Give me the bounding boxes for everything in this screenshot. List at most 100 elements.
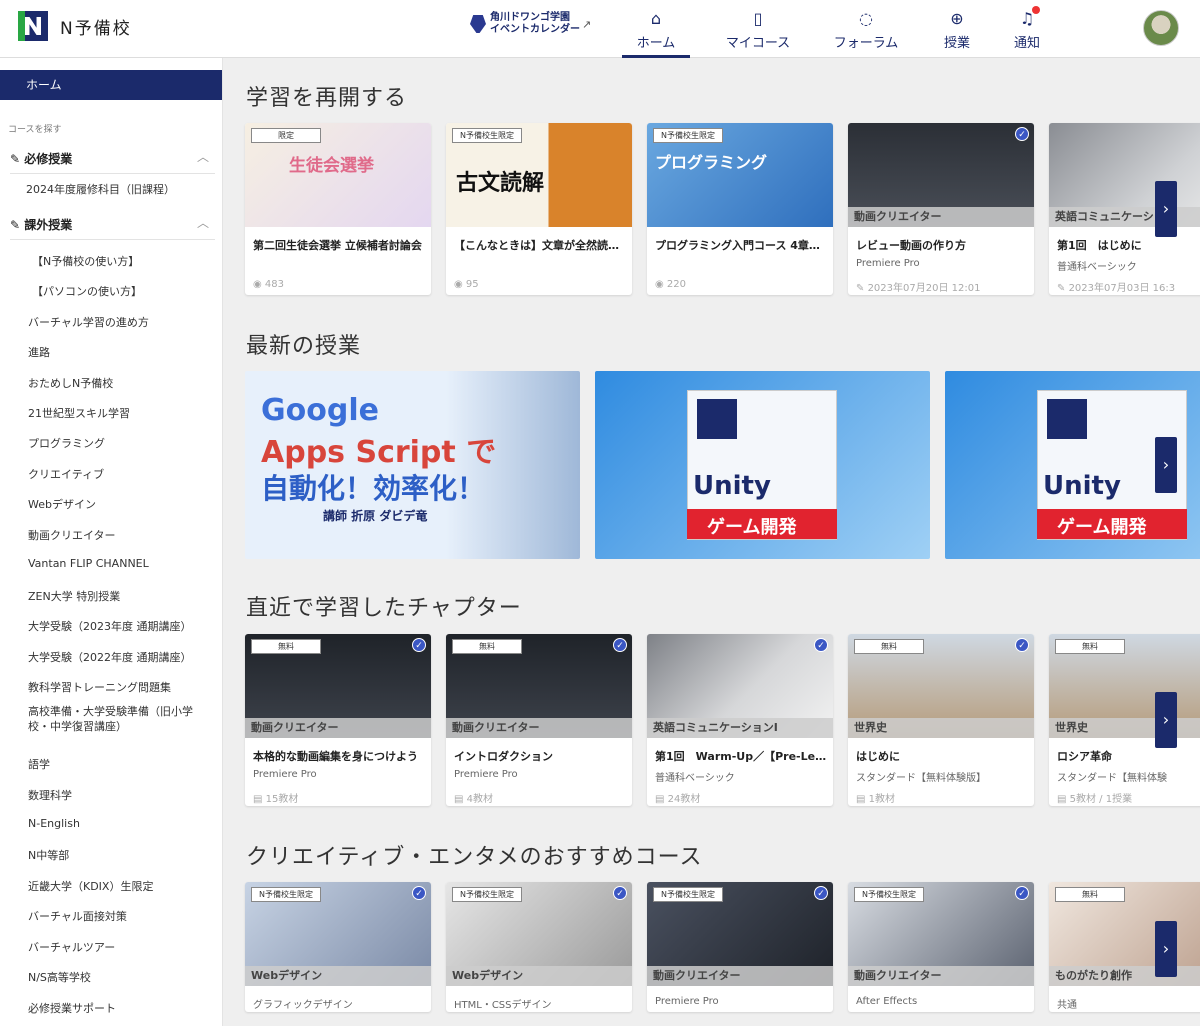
resume-card[interactable]: ✓ 動画クリエイター レビュー動画の作り方 Premiere Pro ✎ 202…	[848, 123, 1034, 295]
sidebar-item[interactable]: 高校準備・大学受験準備（旧小学校・中学復習講座）	[28, 704, 208, 734]
chapter-card[interactable]: 無料 世界史 ロシア革命 スタンダード【無料体験 ▤ 5教材 / 1授業	[1049, 634, 1200, 806]
nav-notifications[interactable]: ♫ 通知	[1004, 0, 1050, 58]
sidebar-item[interactable]: バーチャルツアー	[28, 939, 115, 955]
course-card[interactable]: N予備校生限定 ✓ 動画クリエイター After Effects	[848, 882, 1034, 1012]
globe-icon: ⊕	[950, 9, 964, 28]
category-label: ものがたり創作	[1049, 966, 1200, 986]
sidebar-item[interactable]: N/S高等学校	[28, 969, 91, 985]
chapter-card[interactable]: 無料 ✓ 動画クリエイター 本格的な動画編集を身につけよう Premiere P…	[245, 634, 431, 806]
sidebar-item[interactable]: 数理科学	[28, 787, 72, 803]
tag-badge: N予備校生限定	[251, 887, 321, 902]
completed-check-icon: ✓	[1015, 638, 1029, 652]
sidebar-caption: コースを探す	[8, 125, 62, 135]
next-arrow-resume[interactable]: ›	[1155, 181, 1177, 237]
card-subtitle: Premiere Pro	[454, 769, 518, 780]
external-link-icon: ↗	[582, 17, 592, 31]
main-content: 学習を再開する 最新の授業 直近で学習したチャプター クリエイティブ・エンタメの…	[224, 58, 1200, 1026]
category-label: 動画クリエイター	[647, 966, 833, 986]
top-header: N予備校 角川ドワンゴ学園 イベントカレンダー ↗ ⌂ ホーム ▯ マイコース …	[0, 0, 1200, 58]
sidebar-item[interactable]: 語学	[28, 756, 50, 772]
sidebar-item[interactable]: 大学受験（2023年度 通期講座）	[28, 618, 192, 634]
completed-check-icon: ✓	[1015, 886, 1029, 900]
material-count: ▤ 4教材	[454, 794, 494, 805]
sidebar-item[interactable]: クリエイティブ	[28, 466, 104, 482]
card-subtitle: Premiere Pro	[856, 258, 920, 269]
latest-lesson-card[interactable]: Google Apps Script で 自動化！効率化！ 講師 折原 ダビデ竜	[245, 371, 580, 559]
sidebar-item[interactable]: バーチャル面接対策	[28, 908, 127, 924]
sidebar-item[interactable]: Vantan FLIP CHANNEL	[28, 557, 149, 570]
updated-date: ✎ 2023年07月03日 16:3	[1057, 283, 1176, 294]
sidebar-item-2024[interactable]: 2024年度履修科目（旧課程）	[26, 181, 175, 197]
sidebar-item[interactable]: N中等部	[28, 847, 69, 863]
nav-notifications-label: 通知	[1013, 36, 1040, 51]
course-card[interactable]: 無料 ものがたり創作 共通	[1049, 882, 1200, 1012]
sidebar-item[interactable]: 大学受験（2022年度 通期講座）	[28, 649, 192, 665]
tag-badge: 限定	[251, 128, 321, 143]
course-card[interactable]: N予備校生限定 ✓ Webデザイン HTML・CSSデザイン	[446, 882, 632, 1012]
card-title: 第二回生徒会選挙 立候補者討論会	[253, 239, 422, 252]
chapter-card[interactable]: 無料 ✓ 動画クリエイター イントロダクション Premiere Pro ▤ 4…	[446, 634, 632, 806]
sidebar-item[interactable]: 教科学習トレーニング問題集	[28, 679, 171, 695]
sidebar-item[interactable]: バーチャル学習の進め方	[28, 314, 149, 330]
tag-badge: 無料	[251, 639, 321, 654]
resume-card[interactable]: 古文読解 N予備校生限定 【こんなときは】文章が全然読… ◉ 95	[446, 123, 632, 295]
sidebar-item[interactable]: 必修授業サポート	[28, 1000, 116, 1016]
view-count: ◉ 483	[253, 279, 284, 290]
completed-check-icon: ✓	[412, 886, 426, 900]
completed-check-icon: ✓	[613, 638, 627, 652]
sidebar-item[interactable]: Webデザイン	[28, 496, 96, 512]
sidebar-section-extra[interactable]: ✎ 課外授業 ︿	[10, 216, 215, 240]
nav-my-course[interactable]: ▯ マイコース	[720, 0, 796, 58]
resume-card[interactable]: 英語コミュニケーション 第1回 はじめに 普通科ベーシック ✎ 2023年07月…	[1049, 123, 1200, 295]
latest-line2: ゲーム開発	[1057, 517, 1147, 538]
chapter-card[interactable]: 無料 ✓ 世界史 はじめに スタンダード【無料体験版】 ▤ 1教材	[848, 634, 1034, 806]
card-title: はじめに	[856, 750, 900, 763]
sidebar-item[interactable]: 近畿大学（KDIX）生限定	[28, 878, 153, 894]
completed-check-icon: ✓	[1015, 127, 1029, 141]
sidebar-item[interactable]: 【N予備校の使い方】	[32, 253, 139, 269]
category-label: 英語コミュニケーション	[1049, 207, 1200, 227]
section-title-recent: 直近で学習したチャプター	[246, 596, 522, 621]
nav-lessons[interactable]: ⊕ 授業	[932, 0, 982, 58]
sidebar-section-required-label: 必修授業	[24, 152, 73, 166]
latest-line2: Apps Script で	[261, 435, 497, 470]
resume-card[interactable]: 生徒会選挙 限定 第二回生徒会選挙 立候補者討論会 ◉ 483	[245, 123, 431, 295]
material-count: ▤ 15教材	[253, 794, 299, 805]
category-label: Webデザイン	[245, 966, 431, 986]
next-arrow-creative[interactable]: ›	[1155, 921, 1177, 977]
sidebar-item[interactable]: 進路	[28, 344, 50, 360]
tag-badge: 無料	[1055, 887, 1125, 902]
nav-forum[interactable]: ◌ フォーラム	[828, 0, 904, 58]
sidebar-item[interactable]: 21世紀型スキル学習	[28, 405, 130, 421]
sidebar-item[interactable]: ZEN大学 特別授業	[28, 588, 120, 604]
updated-date: ✎ 2023年07月20日 12:01	[856, 283, 981, 294]
category-label: Webデザイン	[446, 966, 632, 986]
sidebar-item[interactable]: おためしN予備校	[28, 375, 113, 391]
card-subtitle: After Effects	[856, 996, 918, 1007]
sidebar-item[interactable]: 【パソコンの使い方】	[32, 283, 142, 299]
material-count: ▤ 1教材	[856, 794, 896, 805]
sidebar-item[interactable]: N-English	[28, 817, 80, 830]
sidebar-section-required[interactable]: ✎ 必修授業 ︿	[10, 150, 215, 174]
sidebar-item[interactable]: 動画クリエイター	[28, 527, 116, 543]
notification-dot	[1032, 6, 1040, 14]
resume-card[interactable]: プログラミング N予備校生限定 プログラミング入門コース 4章… ◉ 220	[647, 123, 833, 295]
sidebar-item[interactable]: プログラミング	[28, 435, 105, 451]
completed-check-icon: ✓	[613, 886, 627, 900]
latest-line1: Unity	[1043, 471, 1121, 501]
event-calendar-link[interactable]: 角川ドワンゴ学園 イベントカレンダー ↗	[470, 12, 591, 36]
latest-lesson-card[interactable]: Unity ゲーム開発	[595, 371, 930, 559]
logo[interactable]: N予備校	[18, 11, 132, 41]
sidebar-section-extra-label: 課外授業	[24, 218, 73, 232]
card-title: 第1回 Warm-Up／【Pre-Less…	[655, 750, 827, 763]
course-card[interactable]: N予備校生限定 ✓ Webデザイン グラフィックデザイン	[245, 882, 431, 1012]
next-arrow-recent[interactable]: ›	[1155, 692, 1177, 748]
category-label: 動画クリエイター	[245, 718, 431, 738]
next-arrow-latest[interactable]: ›	[1155, 437, 1177, 493]
user-avatar[interactable]	[1143, 10, 1179, 46]
nav-home[interactable]: ⌂ ホーム	[622, 0, 690, 58]
chapter-card[interactable]: ✓ 英語コミュニケーションI 第1回 Warm-Up／【Pre-Less… 普通…	[647, 634, 833, 806]
sidebar-item-home[interactable]: ホーム	[0, 70, 222, 100]
category-label: 世界史	[848, 718, 1034, 738]
course-card[interactable]: N予備校生限定 ✓ 動画クリエイター Premiere Pro	[647, 882, 833, 1012]
